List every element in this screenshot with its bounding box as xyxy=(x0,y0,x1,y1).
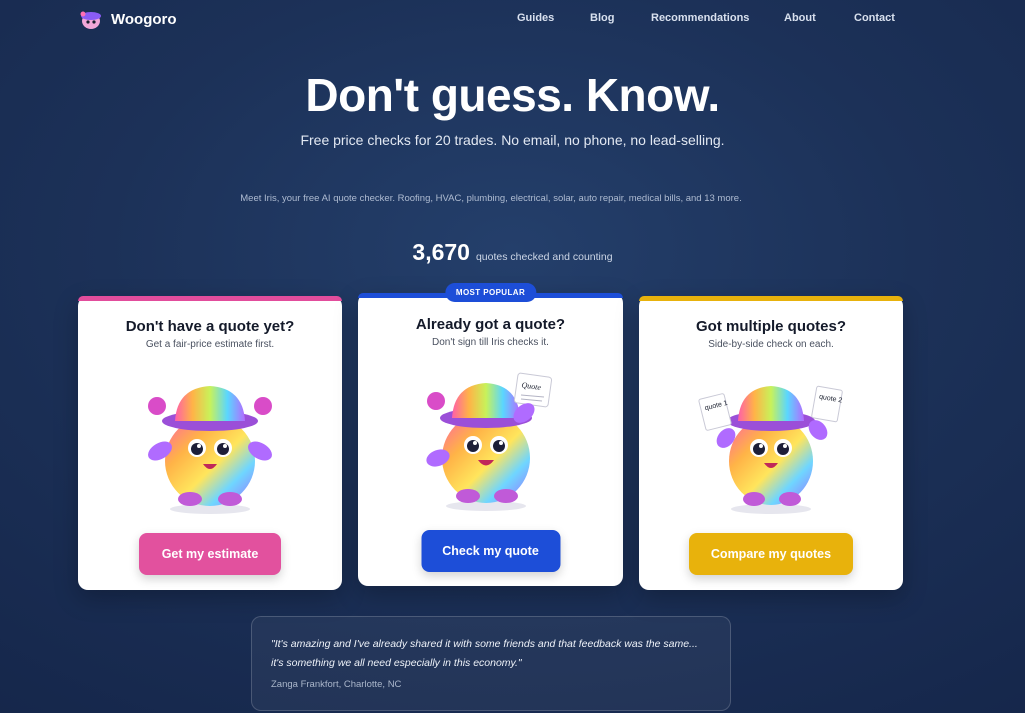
quotes-counter: 3,670 quotes checked and counting xyxy=(0,239,1025,266)
testimonial-author: Zanga Frankfort, Charlotte, NC xyxy=(271,679,402,690)
nav-link-about[interactable]: About xyxy=(784,12,816,24)
counter-label: quotes checked and counting xyxy=(475,251,613,263)
compare-quotes-button[interactable]: Compare my quotes xyxy=(689,533,853,575)
nav-link-guides[interactable]: Guides xyxy=(517,12,554,24)
mascot-waving-icon xyxy=(148,386,272,514)
card-estimate: Don't have a quote yet? Get a fair-price… xyxy=(78,296,342,590)
counter-value: 3,670 xyxy=(412,239,470,265)
card-subtitle: Side-by-side check on each. xyxy=(708,339,834,350)
testimonial-quote: "It's amazing and I've already shared it… xyxy=(271,638,698,669)
check-quote-button[interactable]: Check my quote xyxy=(421,530,560,572)
card-check-quote: MOST POPULAR Already got a quote? Don't … xyxy=(358,283,623,586)
hero-subtitle: Free price checks for 20 trades. No emai… xyxy=(300,132,725,148)
hero-title: Don't guess. Know. xyxy=(305,69,720,121)
mascot-holding-quote-icon: Quote xyxy=(425,372,552,511)
hero-intro: Meet Iris, your free AI quote checker. R… xyxy=(240,193,742,204)
nav-link-recommendations[interactable]: Recommendations xyxy=(651,12,749,24)
testimonial-card: "It's amazing and I've already shared it… xyxy=(251,616,731,711)
card-subtitle: Get a fair-price estimate first. xyxy=(145,339,275,350)
nav-link-contact[interactable]: Contact xyxy=(854,12,895,24)
top-nav: Woogoro Guides Blog Recommendations Abou… xyxy=(0,0,1025,40)
card-title: Already got a quote? xyxy=(415,316,566,333)
brand-name: Woogoro xyxy=(111,10,177,28)
card-subtitle: Don't sign till Iris checks it. xyxy=(432,337,549,348)
card-title: Got multiple quotes? xyxy=(696,318,846,335)
most-popular-badge: MOST POPULAR xyxy=(444,283,537,302)
logo-icon xyxy=(80,11,101,29)
mascot-comparing-quotes-icon: quote 1 quote 2 xyxy=(698,385,843,514)
card-title: Don't have a quote yet? xyxy=(125,318,295,335)
get-estimate-button[interactable]: Get my estimate xyxy=(139,533,281,575)
card-compare-quotes: Got multiple quotes? Side-by-side check … xyxy=(639,296,903,590)
nav-link-blog[interactable]: Blog xyxy=(590,12,614,24)
brand-logo[interactable]: Woogoro xyxy=(79,8,177,30)
